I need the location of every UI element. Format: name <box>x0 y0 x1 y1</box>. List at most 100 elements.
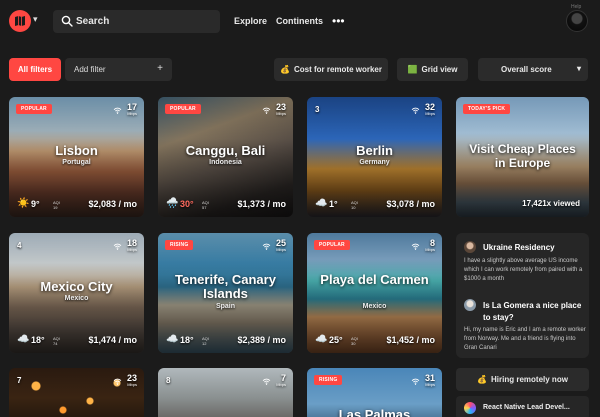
country-name: Mexico <box>362 303 387 310</box>
company-logo <box>464 402 476 414</box>
money-bag-icon: 💰 <box>280 65 290 74</box>
rising-badge: RISING <box>314 375 343 385</box>
job-listing[interactable]: React Native Lead Devel... <box>456 396 589 417</box>
air-quality: AQI 30 <box>351 336 358 346</box>
air-quality: AQI 74 <box>53 336 60 346</box>
country-name: Indonesia <box>209 159 242 166</box>
internet-speed: 23 Mbps <box>126 373 137 388</box>
city-card-8[interactable]: 8 7 Mbps <box>158 368 293 417</box>
city-name: Playa del Carmen <box>320 272 429 287</box>
rank-number: 7 <box>17 376 22 385</box>
country-name: Portugal <box>62 159 91 166</box>
post-excerpt: I have a slightly above average US incom… <box>464 258 583 282</box>
avatar <box>464 299 476 311</box>
wifi-icon <box>113 243 122 250</box>
sort-label: Overall score <box>501 65 552 74</box>
search-box[interactable] <box>53 10 220 33</box>
monthly-cost: $2,389 / mo <box>237 335 286 345</box>
air-quality: AQI 19 <box>53 200 60 210</box>
grid-view-button[interactable]: 🟩 Grid view <box>397 58 468 81</box>
avatar <box>464 241 476 253</box>
monthly-cost: $1,373 / mo <box>237 199 286 209</box>
city-card-lisbon[interactable]: POPULAR 17 Mbps Lisbon Portugal ☀️ 9° AQI… <box>9 97 144 217</box>
country-name: Germany <box>359 159 390 166</box>
rank-number: 3 <box>315 105 320 114</box>
cloud-icon: ☁️ <box>166 334 179 345</box>
featured-title: Visit Cheap Places in Europe <box>469 142 576 170</box>
wifi-icon <box>113 107 122 114</box>
chevron-down-icon[interactable]: ▾ <box>33 14 43 26</box>
popular-badge: POPULAR <box>16 104 52 114</box>
city-name: Las Palmas <box>338 407 411 417</box>
wifi-icon <box>262 107 271 114</box>
popular-badge: POPULAR <box>165 104 201 114</box>
popular-badge: POPULAR <box>314 240 350 250</box>
temperature: 25° <box>329 335 343 345</box>
air-quality: AQI 12 <box>202 336 209 346</box>
city-card-playa-del-carmen[interactable]: POPULAR 8 Mbps Playa del Carmen Mexico ☁️… <box>307 233 442 353</box>
sort-dropdown[interactable]: Overall score ▾ <box>478 58 588 81</box>
grid-icon: 🟩 <box>407 65 418 74</box>
user-avatar[interactable] <box>566 10 588 32</box>
post-title[interactable]: Is La Gomera a nice place to stay? <box>483 300 585 324</box>
all-filters-button[interactable]: All filters <box>9 58 61 81</box>
temperature: 1° <box>329 199 338 209</box>
monthly-cost: $1,474 / mo <box>88 335 137 345</box>
rank-number: 4 <box>17 241 22 250</box>
internet-speed: 7 Mbps <box>276 373 286 388</box>
city-card-berlin[interactable]: 3 32 Mbps Berlin Germany ☁️ 1° AQI 10 $3,0… <box>307 97 442 217</box>
search-input[interactable] <box>75 10 215 33</box>
add-filter-button[interactable]: Add filter + <box>65 58 172 81</box>
top-bar: ▾ Explore Continents ••• Help <box>0 0 600 44</box>
nav-explore[interactable]: Explore <box>234 16 267 26</box>
city-card-las-palmas[interactable]: RISING 31 Mbps Las Palmas <box>307 368 442 417</box>
cost-filter-button[interactable]: 💰 Cost for remote worker <box>274 58 388 81</box>
more-menu-icon[interactable]: ••• <box>332 14 345 28</box>
city-card-mexico-city[interactable]: 4 18 Mbps Mexico City Mexico ☁️ 18° AQI 74… <box>9 233 144 353</box>
job-title: React Native Lead Devel... <box>483 404 570 411</box>
wifi-icon <box>411 107 420 114</box>
cloud-icon: ☁️ <box>315 198 328 209</box>
temperature: 18° <box>180 335 194 345</box>
air-quality: AQI 57 <box>202 200 209 210</box>
wifi-icon <box>113 378 122 385</box>
temperature: 9° <box>31 199 40 209</box>
plus-icon: + <box>157 63 163 74</box>
monthly-cost: $3,078 / mo <box>386 199 435 209</box>
cloud-icon: ☁️ <box>17 334 30 345</box>
nav-continents[interactable]: Continents <box>276 16 323 26</box>
air-quality: AQI 10 <box>351 200 358 210</box>
post-title[interactable]: Ukraine Residency <box>483 242 585 254</box>
internet-speed: 25 Mbps <box>275 238 286 253</box>
wifi-icon <box>262 243 271 250</box>
rain-cloud-icon: 🌧️ <box>166 198 179 209</box>
temperature: 30° <box>180 199 194 209</box>
forum-panel: Ukraine Residency I have a slightly abov… <box>456 233 589 358</box>
wifi-icon <box>411 378 420 385</box>
rising-badge: RISING <box>165 240 194 250</box>
app-logo[interactable] <box>9 10 31 32</box>
internet-speed: 31 Mbps <box>424 373 435 388</box>
featured-card-europe[interactable]: TODAY'S PICK Visit Cheap Places in Europ… <box>456 97 589 217</box>
city-card-7[interactable]: 7 23 Mbps <box>9 368 144 417</box>
rank-number: 8 <box>166 376 171 385</box>
hiring-label: Hiring remotely now <box>491 375 568 384</box>
city-card-canggu[interactable]: POPULAR 23 Mbps Canggu, Bali Indonesia 🌧️… <box>158 97 293 217</box>
city-name: Berlin <box>356 143 393 158</box>
view-count: 17,421x viewed <box>522 199 580 208</box>
internet-speed: 17 Mbps <box>126 102 137 117</box>
country-name: Spain <box>215 303 236 310</box>
internet-speed: 8 Mbps <box>425 238 435 253</box>
internet-speed: 18 Mbps <box>126 238 137 253</box>
city-name: Canggu, Bali <box>185 143 266 158</box>
grid-view-label: Grid view <box>421 65 458 74</box>
internet-speed: 23 Mbps <box>275 102 286 117</box>
city-card-tenerife[interactable]: RISING 25 Mbps Tenerife, Canary Islands S… <box>158 233 293 353</box>
hiring-remotely-button[interactable]: 💰 Hiring remotely now <box>456 368 589 391</box>
chevron-down-icon: ▾ <box>576 64 581 73</box>
map-icon <box>15 16 25 26</box>
todays-pick-badge: TODAY'S PICK <box>463 104 511 114</box>
internet-speed: 32 Mbps <box>424 102 435 117</box>
monthly-cost: $2,083 / mo <box>88 199 137 209</box>
wifi-icon <box>262 378 271 385</box>
